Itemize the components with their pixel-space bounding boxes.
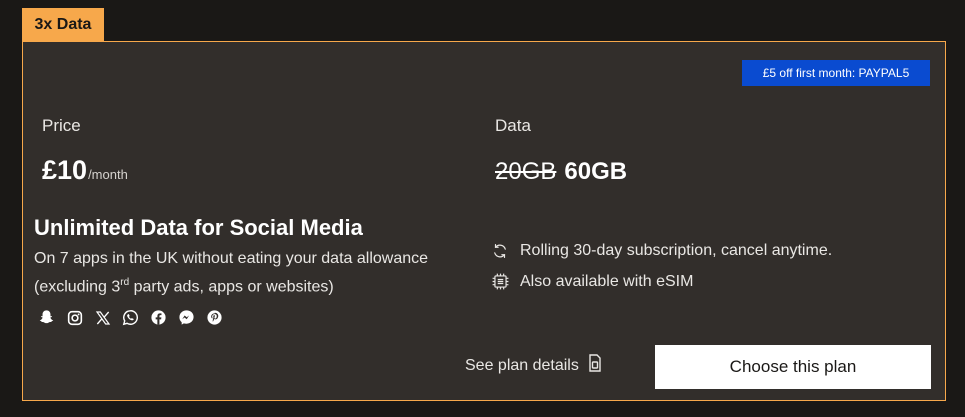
plan-card: £5 off first month: PAYPAL5 Price £10 /m… <box>22 41 946 401</box>
facebook-icon <box>149 308 168 327</box>
social-description: On 7 apps in the UK without eating your … <box>34 247 464 299</box>
whatsapp-icon <box>121 308 140 327</box>
data-label: Data <box>495 116 531 135</box>
pinterest-icon <box>205 308 224 327</box>
choose-plan-button[interactable]: Choose this plan <box>655 345 931 389</box>
promo-badge: £5 off first month: PAYPAL5 <box>742 60 930 86</box>
plan-tag: 3x Data <box>22 8 104 41</box>
data-old-allowance: 20GB <box>495 158 557 185</box>
data-value: 20GB 60GB <box>495 158 627 186</box>
price-unit: /month <box>88 167 128 182</box>
esim-chip-icon <box>490 272 510 292</box>
see-plan-details-link[interactable]: See plan details <box>465 354 601 377</box>
x-icon <box>93 308 112 327</box>
feature-rolling-text: Rolling 30-day subscription, cancel anyt… <box>520 241 833 259</box>
feature-list: Rolling 30-day subscription, cancel anyt… <box>490 235 832 297</box>
see-plan-details-label: See plan details <box>465 356 579 374</box>
social-icons <box>37 308 224 327</box>
sim-card-icon <box>589 354 601 377</box>
social-desc-sup: rd <box>120 277 130 288</box>
feature-esim-text: Also available with eSIM <box>520 272 694 290</box>
social-title: Unlimited Data for Social Media <box>34 215 363 240</box>
price-amount: £10 <box>42 155 88 185</box>
messenger-icon <box>177 308 196 327</box>
instagram-icon <box>65 308 84 327</box>
data-new-allowance: 60GB <box>564 158 628 185</box>
social-desc-prefix: (excluding 3 <box>34 278 121 296</box>
feature-rolling: Rolling 30-day subscription, cancel anyt… <box>490 235 832 266</box>
snapchat-icon <box>37 308 56 327</box>
social-desc-suffix: party ads, apps or websites) <box>129 278 334 296</box>
feature-esim: Also available with eSIM <box>490 266 832 297</box>
price-value: £10 /month <box>42 155 128 186</box>
price-label: Price <box>42 116 81 135</box>
social-desc-line1: On 7 apps in the UK without eating your … <box>34 250 429 267</box>
refresh-icon <box>490 241 510 261</box>
